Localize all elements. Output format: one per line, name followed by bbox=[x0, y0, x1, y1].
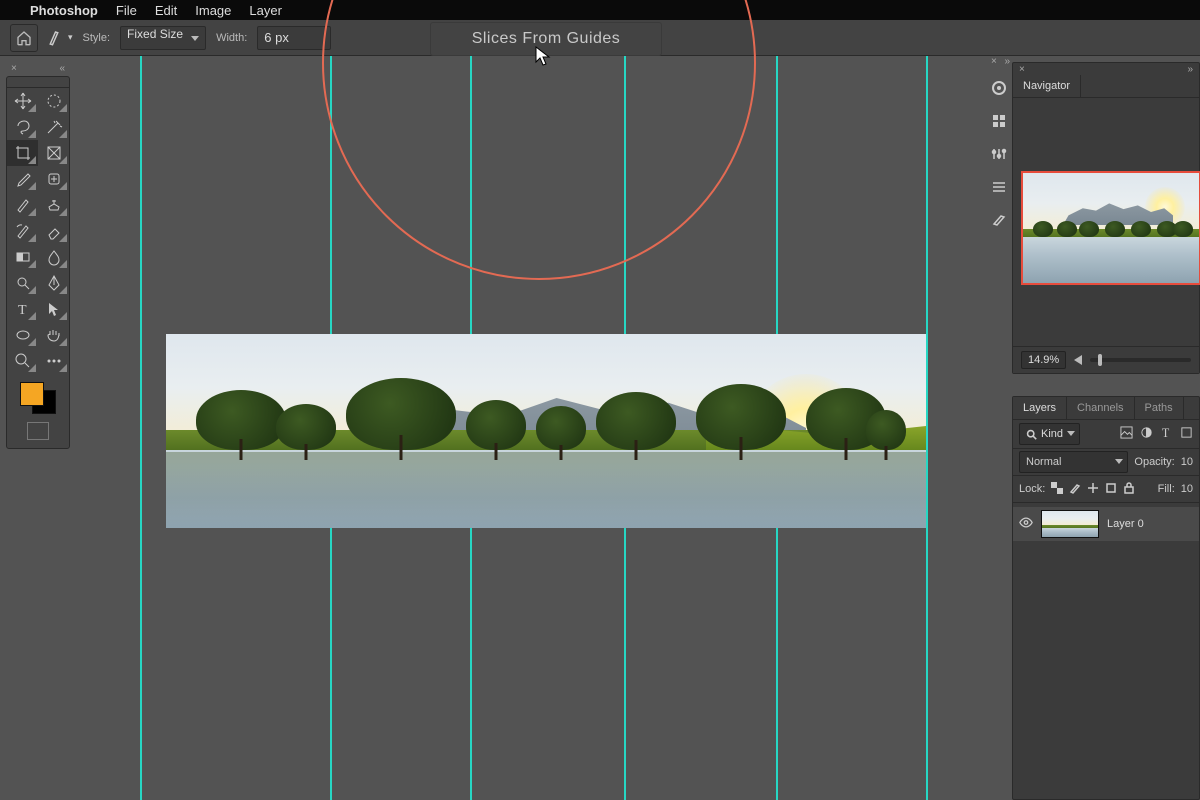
layer-kind-select[interactable]: Kind bbox=[1019, 423, 1080, 445]
zoom-value-input[interactable]: 14.9% bbox=[1021, 351, 1066, 369]
lock-pixels-icon[interactable] bbox=[1069, 482, 1081, 497]
foreground-color-swatch[interactable] bbox=[20, 382, 44, 406]
navigator-zoom-row: 14.9% bbox=[1013, 346, 1199, 373]
style-label: Style: bbox=[83, 32, 111, 44]
cursor-arrow-icon bbox=[535, 46, 551, 68]
close-icon[interactable]: × bbox=[1019, 64, 1025, 75]
edit-toolbar[interactable] bbox=[38, 348, 69, 374]
gradient-tool[interactable] bbox=[7, 244, 38, 270]
guide-vertical[interactable] bbox=[140, 56, 142, 800]
rectangle-tool[interactable] bbox=[7, 322, 38, 348]
layer-name[interactable]: Layer 0 bbox=[1107, 518, 1144, 530]
guide-vertical[interactable] bbox=[926, 56, 928, 800]
move-tool[interactable] bbox=[7, 88, 38, 114]
color-swatches[interactable] bbox=[18, 380, 58, 416]
layer-thumbnail[interactable] bbox=[1041, 510, 1099, 538]
zoom-tool[interactable] bbox=[7, 348, 38, 374]
filter-adjustment-icon[interactable] bbox=[1140, 426, 1153, 442]
current-tool-indicator[interactable]: ▾ bbox=[48, 29, 73, 47]
svg-text:T: T bbox=[18, 303, 27, 318]
menu-layer[interactable]: Layer bbox=[249, 3, 282, 18]
path-selection-tool[interactable] bbox=[38, 296, 69, 322]
canvas-area[interactable] bbox=[72, 56, 990, 800]
opacity-value[interactable]: 10 bbox=[1181, 456, 1193, 468]
layers-panel: Layers Channels Paths Kind T Normal Opac… bbox=[1012, 396, 1200, 800]
fill-label: Fill: bbox=[1158, 483, 1175, 495]
tab-paths[interactable]: Paths bbox=[1135, 397, 1184, 419]
pen-tool[interactable] bbox=[38, 270, 69, 296]
adjustments-icon[interactable] bbox=[991, 146, 1007, 165]
quick-mask-toggle[interactable] bbox=[27, 422, 49, 440]
styles-icon[interactable] bbox=[991, 179, 1007, 198]
tab-navigator[interactable]: Navigator bbox=[1013, 75, 1081, 97]
filter-shape-icon[interactable] bbox=[1180, 426, 1193, 442]
lasso-tool[interactable] bbox=[7, 114, 38, 140]
menu-edit[interactable]: Edit bbox=[155, 3, 177, 18]
opacity-label: Opacity: bbox=[1134, 456, 1174, 468]
navigator-panel: × » Navigator 14.9% bbox=[1012, 62, 1200, 374]
fill-value[interactable]: 10 bbox=[1181, 483, 1193, 495]
brush-tool[interactable] bbox=[7, 192, 38, 218]
crop-tool[interactable] bbox=[7, 140, 38, 166]
type-tool[interactable]: T bbox=[7, 296, 38, 322]
tab-channels[interactable]: Channels bbox=[1067, 397, 1134, 419]
filter-pixel-icon[interactable] bbox=[1120, 426, 1133, 442]
layer-list: Layer 0 bbox=[1013, 503, 1199, 545]
history-brush-tool[interactable] bbox=[7, 218, 38, 244]
color-icon[interactable] bbox=[991, 80, 1007, 99]
eyedropper-tool[interactable] bbox=[7, 166, 38, 192]
blur-tool[interactable] bbox=[38, 244, 69, 270]
chevron-down-icon: ▾ bbox=[68, 32, 73, 43]
collapsed-panels-dock: ×» bbox=[988, 66, 1010, 231]
hand-tool[interactable] bbox=[38, 322, 69, 348]
dodge-tool[interactable] bbox=[7, 270, 38, 296]
width-input[interactable]: 6 px bbox=[257, 26, 331, 50]
lock-label: Lock: bbox=[1019, 483, 1045, 495]
menu-image[interactable]: Image bbox=[195, 3, 231, 18]
expand-icon[interactable]: » bbox=[1004, 56, 1010, 67]
lock-transparency-icon[interactable] bbox=[1051, 482, 1063, 497]
expand-icon[interactable]: » bbox=[1187, 64, 1193, 75]
tools-panel: ×« T bbox=[6, 76, 70, 449]
frame-tool[interactable] bbox=[38, 140, 69, 166]
lock-artboard-icon[interactable] bbox=[1105, 482, 1117, 497]
navigator-thumbnail[interactable] bbox=[1021, 171, 1200, 285]
home-button[interactable] bbox=[10, 24, 38, 52]
marquee-tool[interactable] bbox=[38, 88, 69, 114]
clone-stamp-tool[interactable] bbox=[38, 192, 69, 218]
svg-text:T: T bbox=[1162, 426, 1170, 439]
close-icon[interactable]: × bbox=[991, 56, 997, 67]
document-image bbox=[166, 334, 926, 528]
zoom-out-icon[interactable] bbox=[1074, 355, 1082, 365]
eraser-tool[interactable] bbox=[38, 218, 69, 244]
zoom-slider[interactable] bbox=[1090, 358, 1191, 362]
brush-settings-icon[interactable] bbox=[991, 212, 1007, 231]
close-icon[interactable]: × bbox=[11, 63, 17, 74]
lock-position-icon[interactable] bbox=[1087, 482, 1099, 497]
style-select[interactable]: Fixed Size bbox=[120, 26, 206, 50]
width-label: Width: bbox=[216, 32, 247, 44]
swatches-icon[interactable] bbox=[991, 113, 1007, 132]
menu-file[interactable]: File bbox=[116, 3, 137, 18]
panel-menu-icon[interactable]: « bbox=[59, 63, 65, 74]
layer-row[interactable]: Layer 0 bbox=[1013, 507, 1199, 541]
visibility-toggle-icon[interactable] bbox=[1019, 517, 1033, 531]
filter-type-icon[interactable]: T bbox=[1160, 426, 1173, 442]
mac-menubar: Photoshop File Edit Image Layer bbox=[0, 0, 1200, 20]
tab-layers[interactable]: Layers bbox=[1013, 397, 1067, 419]
blend-mode-select[interactable]: Normal bbox=[1019, 451, 1128, 473]
magic-wand-tool[interactable] bbox=[38, 114, 69, 140]
app-name[interactable]: Photoshop bbox=[30, 3, 98, 18]
healing-brush-tool[interactable] bbox=[38, 166, 69, 192]
lock-all-icon[interactable] bbox=[1123, 482, 1135, 497]
